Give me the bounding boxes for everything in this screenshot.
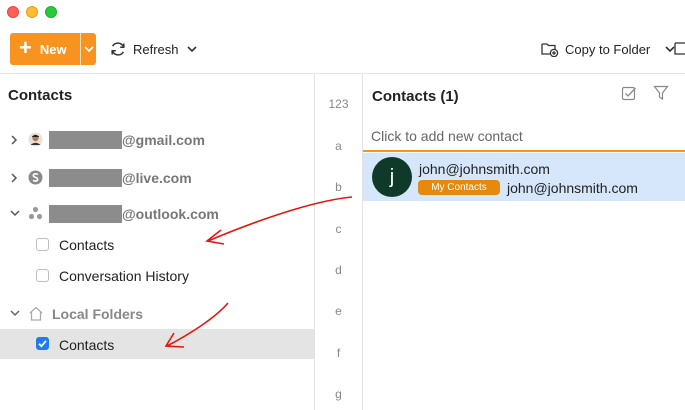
skype-icon bbox=[28, 170, 43, 185]
new-split-button: + New bbox=[10, 33, 96, 65]
zoom-window-button[interactable] bbox=[45, 6, 57, 18]
contacts-list-panel: Contacts (1) j john@johnsmith.com My Con… bbox=[363, 74, 685, 410]
add-contact-bar bbox=[363, 124, 685, 152]
window-controls bbox=[7, 6, 57, 18]
copy-to-folder-label: Copy to Folder bbox=[565, 41, 651, 57]
index-letter[interactable]: b bbox=[315, 180, 362, 194]
add-contact-input[interactable] bbox=[371, 124, 681, 148]
select-all-icon[interactable] bbox=[621, 85, 637, 101]
move-to-folder-icon[interactable] bbox=[674, 41, 685, 57]
folder-checkbox[interactable] bbox=[36, 238, 49, 251]
local-folder-contacts[interactable]: Contacts bbox=[0, 329, 314, 359]
plus-icon: + bbox=[19, 35, 32, 60]
contact-name: john@johnsmith.com bbox=[419, 161, 550, 177]
account-gmail[interactable]: @gmail.com bbox=[0, 128, 314, 152]
contacts-list-title: Contacts (1) bbox=[372, 88, 459, 105]
chevron-right-icon[interactable] bbox=[11, 173, 18, 183]
chevron-right-icon[interactable] bbox=[11, 135, 18, 145]
category-badge: My Contacts bbox=[418, 180, 500, 195]
chevron-down-icon bbox=[83, 45, 94, 52]
redacted-email-prefix bbox=[49, 131, 122, 149]
close-window-button[interactable] bbox=[7, 6, 19, 18]
folder-label: Contacts bbox=[59, 237, 115, 253]
filter-icon[interactable] bbox=[653, 85, 669, 101]
new-dropdown-button[interactable] bbox=[81, 33, 96, 65]
people-icon bbox=[28, 206, 43, 220]
refresh-label: Refresh bbox=[133, 41, 179, 57]
new-button[interactable]: + New bbox=[10, 33, 80, 65]
minimize-window-button[interactable] bbox=[26, 6, 38, 18]
chevron-down-icon[interactable] bbox=[10, 310, 20, 317]
folder-checkbox-checked[interactable] bbox=[36, 337, 49, 350]
alphabet-index: 123 a b c d e f g bbox=[315, 74, 362, 410]
index-letter[interactable]: g bbox=[315, 387, 362, 401]
account-outlook[interactable]: @outlook.com bbox=[0, 202, 314, 226]
account-domain: @outlook.com bbox=[122, 206, 219, 222]
local-folders-label: Local Folders bbox=[52, 306, 144, 322]
checkmark-icon bbox=[38, 340, 47, 348]
toolbar: + New Refresh Copy to Folder bbox=[0, 33, 685, 67]
copy-to-folder-button[interactable]: Copy to Folder bbox=[541, 33, 675, 65]
index-letter[interactable]: d bbox=[315, 263, 362, 277]
folder-tree-panel: Contacts @gmail.com @live.com @outlook.c… bbox=[0, 74, 314, 410]
folder-checkbox[interactable] bbox=[36, 269, 49, 282]
folder-copy-icon bbox=[541, 43, 559, 57]
split-divider bbox=[80, 33, 81, 65]
folder-contacts[interactable]: Contacts bbox=[0, 231, 314, 259]
account-live[interactable]: @live.com bbox=[0, 166, 314, 190]
index-letter[interactable]: f bbox=[315, 346, 362, 360]
index-letter[interactable]: a bbox=[315, 139, 362, 153]
new-button-label: New bbox=[39, 41, 67, 57]
redacted-email-prefix bbox=[49, 169, 122, 187]
refresh-icon bbox=[111, 42, 125, 56]
chevron-down-icon[interactable] bbox=[10, 210, 20, 217]
folder-label: Contacts bbox=[59, 337, 115, 353]
folder-conversation-history[interactable]: Conversation History bbox=[0, 262, 314, 290]
index-letter[interactable]: e bbox=[315, 304, 362, 318]
avatar-photo-icon bbox=[28, 132, 43, 147]
avatar: j bbox=[372, 157, 412, 197]
local-folders-group[interactable]: Local Folders bbox=[0, 302, 314, 326]
refresh-button[interactable]: Refresh bbox=[110, 33, 204, 65]
index-letter[interactable]: 123 bbox=[315, 97, 362, 111]
contact-row[interactable]: j john@johnsmith.com My Contacts john@jo… bbox=[363, 153, 685, 201]
panel-title: Contacts bbox=[8, 87, 73, 104]
index-letter[interactable]: c bbox=[315, 222, 362, 236]
account-domain: @live.com bbox=[122, 170, 192, 186]
folder-label: Conversation History bbox=[59, 268, 189, 284]
contact-email: john@johnsmith.com bbox=[507, 180, 638, 196]
redacted-email-prefix bbox=[49, 205, 122, 223]
home-icon bbox=[29, 306, 43, 321]
account-domain: @gmail.com bbox=[122, 132, 205, 148]
chevron-down-icon bbox=[186, 45, 197, 52]
